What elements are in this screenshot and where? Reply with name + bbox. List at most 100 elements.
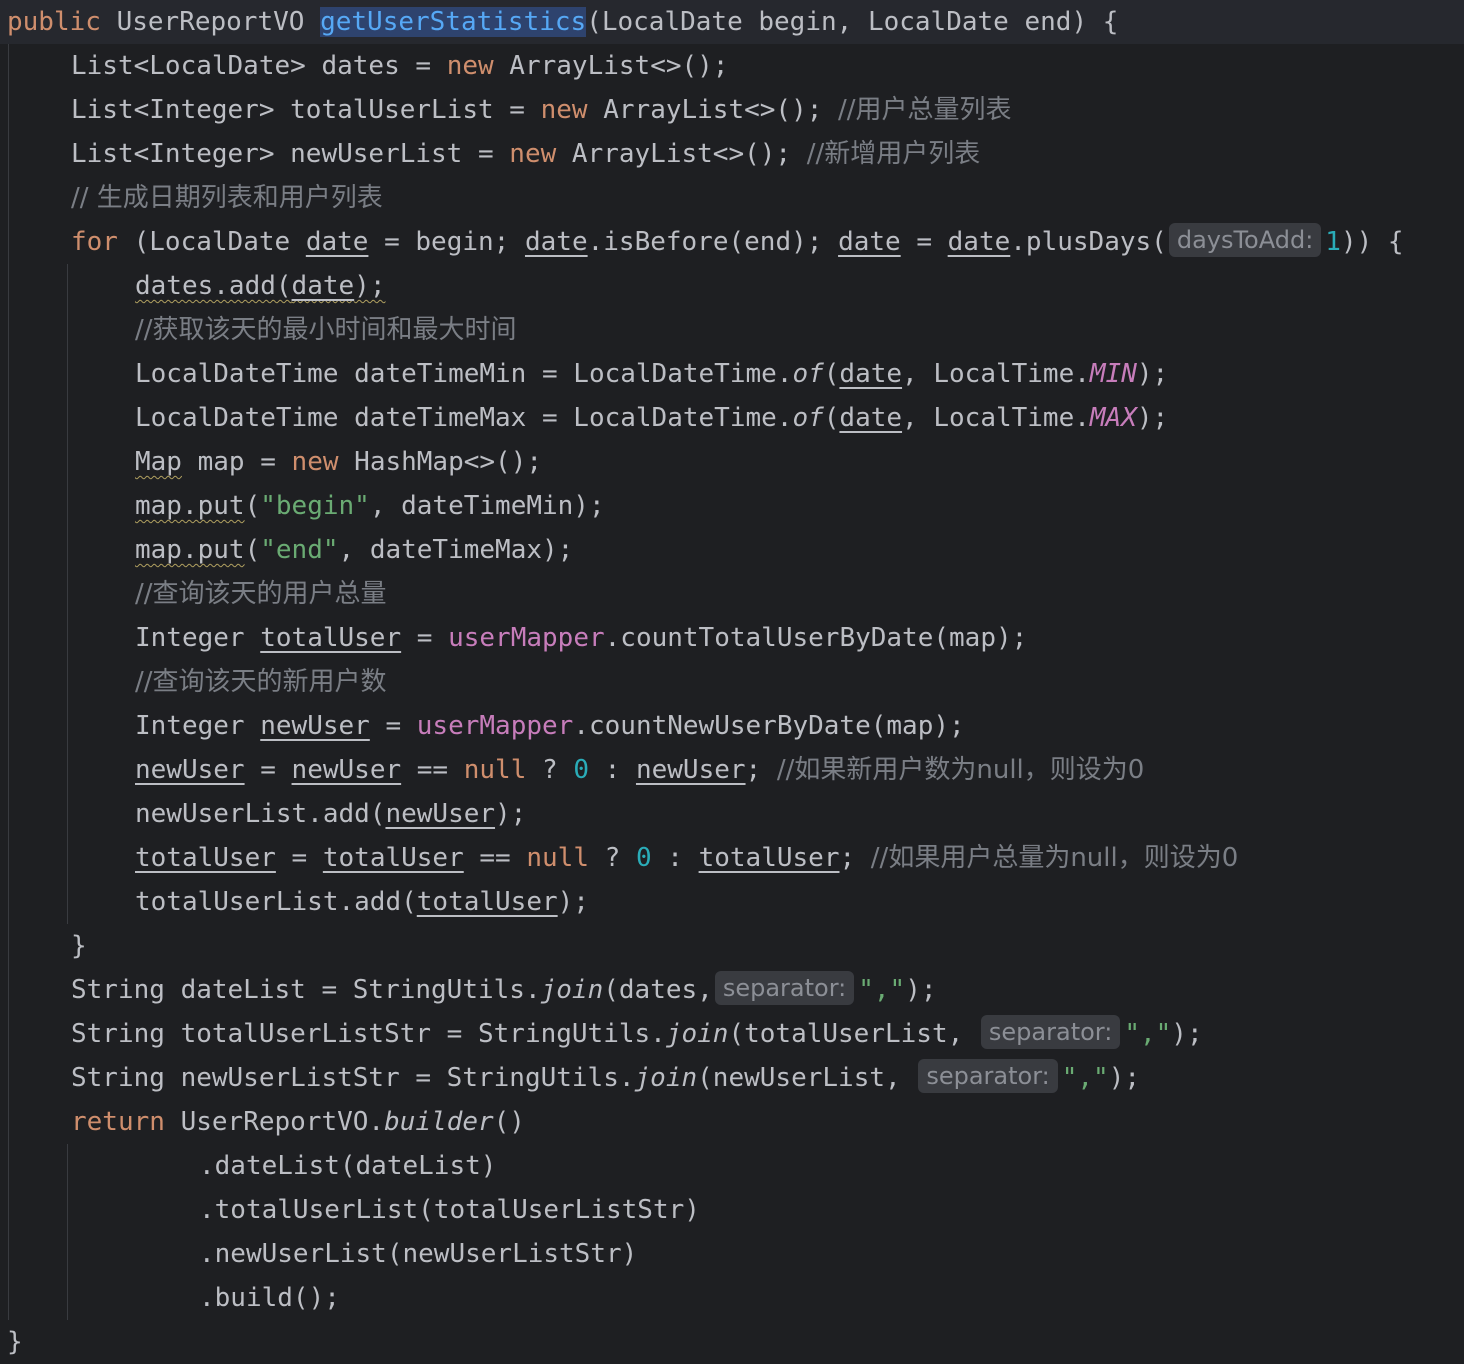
code-text: LocalDateTime dateTimeMax = LocalDateTim… xyxy=(135,403,793,433)
keyword: null xyxy=(526,843,589,873)
code-text: ; xyxy=(745,755,777,785)
variable: date xyxy=(291,271,355,301)
code-line[interactable]: newUserList.add(newUser); xyxy=(135,792,526,836)
code-line[interactable]: .totalUserList(totalUserListStr) xyxy=(199,1188,700,1232)
code-text: = xyxy=(401,623,449,653)
number-literal: 1 xyxy=(1325,227,1341,257)
code-text: List<LocalDate> dates = xyxy=(71,51,447,81)
indent-guide xyxy=(8,44,9,1320)
variable: date xyxy=(839,359,903,389)
code-line[interactable]: for (LocalDate date = begin; date.isBefo… xyxy=(71,220,1404,264)
code-line[interactable]: LocalDateTime dateTimeMax = LocalDateTim… xyxy=(135,396,1168,440)
code-line[interactable]: map.put("end", dateTimeMax); xyxy=(135,528,573,572)
variable: date xyxy=(305,227,369,257)
keyword: null xyxy=(463,755,527,785)
code-line[interactable]: //查询该天的用户总量 xyxy=(135,572,387,616)
code-line[interactable]: } xyxy=(71,924,87,968)
code-line[interactable]: dates.add(date); xyxy=(135,264,385,308)
warning-underline[interactable]: Map xyxy=(135,447,182,477)
code-line[interactable]: List<Integer> newUserList = new ArrayLis… xyxy=(71,132,980,176)
code-text: ( xyxy=(823,359,840,389)
warning-underline[interactable]: map.put xyxy=(135,491,245,521)
keyword: new xyxy=(540,95,588,125)
code-line[interactable]: return UserReportVO.builder() xyxy=(71,1100,525,1144)
code-text: ( xyxy=(244,491,261,521)
code-text: map = xyxy=(181,447,292,477)
code-text: UserReportVO xyxy=(116,7,305,37)
code-text: String dateList = StringUtils. xyxy=(71,975,541,1005)
code-text: ArrayList<>(); xyxy=(556,139,807,169)
code-text: () xyxy=(493,1107,525,1137)
code-editor[interactable]: public UserReportVO getUserStatistics(Lo… xyxy=(0,0,1464,1364)
code-line[interactable]: public UserReportVO getUserStatistics(Lo… xyxy=(0,0,1464,44)
variable: totalUser xyxy=(698,843,840,873)
indent-guide xyxy=(67,1144,68,1320)
code-text: .dateList(dateList) xyxy=(199,1151,497,1181)
code-text: = xyxy=(900,227,948,257)
field: userMapper xyxy=(448,623,605,653)
code-text: : xyxy=(651,843,699,873)
code-line[interactable]: List<LocalDate> dates = new ArrayList<>(… xyxy=(71,44,728,88)
method-name[interactable]: getUserStatistics xyxy=(320,7,587,37)
static-method: join xyxy=(665,1019,729,1049)
string-literal: "begin" xyxy=(260,491,370,521)
code-text: , LocalTime. xyxy=(902,403,1090,433)
code-text: == xyxy=(463,843,527,873)
code-line[interactable]: String dateList = StringUtils.join(dates… xyxy=(71,968,937,1012)
string-literal: "," xyxy=(858,975,906,1005)
code-line[interactable]: .build(); xyxy=(199,1276,340,1320)
code-line[interactable]: totalUserList.add(totalUser); xyxy=(135,880,589,924)
warning-underline[interactable]: dates.add(date); xyxy=(135,271,385,301)
comment: //用户总量列表 xyxy=(838,95,1012,125)
code-line[interactable]: List<Integer> totalUserList = new ArrayL… xyxy=(71,88,1012,132)
code-line[interactable]: .newUserList(newUserListStr) xyxy=(199,1232,637,1276)
static-method: of xyxy=(792,403,824,433)
code-text: ); xyxy=(354,271,386,301)
code-text: ); xyxy=(1108,1063,1141,1093)
code-line[interactable]: Integer newUser = userMapper.countNewUse… xyxy=(135,704,965,748)
code-line[interactable]: //获取该天的最小时间和最大时间 xyxy=(135,308,517,352)
code-line[interactable]: map.put("begin", dateTimeMin); xyxy=(135,484,605,528)
code-text: .totalUserList(totalUserListStr) xyxy=(199,1195,700,1225)
code-text: String newUserListStr = StringUtils. xyxy=(71,1063,635,1093)
code-line[interactable]: String totalUserListStr = StringUtils.jo… xyxy=(71,1012,1203,1056)
code-line[interactable]: //查询该天的新用户数 xyxy=(135,660,387,704)
code-text: , dateTimeMin); xyxy=(369,491,605,521)
code-text: } xyxy=(71,931,87,961)
code-text: List<Integer> newUserList = xyxy=(71,139,510,169)
code-text: .countTotalUserByDate(map); xyxy=(604,623,1028,653)
code-text: == xyxy=(401,755,464,785)
code-text: (dates, xyxy=(603,975,713,1005)
code-line[interactable]: totalUser = totalUser == null ? 0 : tota… xyxy=(135,836,1238,880)
code-text: : xyxy=(589,755,636,785)
variable: date xyxy=(947,227,1011,257)
variable: newUser xyxy=(385,799,496,829)
string-literal: "end" xyxy=(260,535,339,565)
warning-underline[interactable]: map.put xyxy=(135,535,245,565)
code-line[interactable]: Map map = new HashMap<>(); xyxy=(135,440,542,484)
static-method: of xyxy=(792,359,824,389)
code-text: (LocalDate xyxy=(117,227,306,257)
keyword: return xyxy=(71,1107,165,1137)
keyword: public xyxy=(7,7,101,37)
code-line[interactable]: Integer totalUser = userMapper.countTota… xyxy=(135,616,1027,660)
comment: //获取该天的最小时间和最大时间 xyxy=(135,315,517,345)
code-text: = begin; xyxy=(368,227,525,257)
code-text: String totalUserListStr = StringUtils. xyxy=(71,1019,666,1049)
keyword: new xyxy=(291,447,339,477)
code-text: (newUserList, xyxy=(697,1063,917,1093)
code-line[interactable]: // 生成日期列表和用户列表 xyxy=(71,176,383,220)
parameter-hint: separator: xyxy=(980,1015,1121,1049)
code-text: = xyxy=(275,843,323,873)
code-line[interactable]: } xyxy=(7,1320,23,1364)
code-line[interactable]: LocalDateTime dateTimeMin = LocalDateTim… xyxy=(135,352,1168,396)
variable: date xyxy=(524,227,588,257)
code-line[interactable]: .dateList(dateList) xyxy=(199,1144,496,1188)
code-line[interactable]: String newUserListStr = StringUtils.join… xyxy=(71,1056,1140,1100)
variable: newUser xyxy=(635,755,746,785)
keyword: new xyxy=(509,139,557,169)
code-text: = xyxy=(369,711,417,741)
number-literal: 0 xyxy=(635,843,652,873)
variable: totalUser xyxy=(260,623,402,653)
code-line[interactable]: newUser = newUser == null ? 0 : newUser;… xyxy=(135,748,1144,792)
